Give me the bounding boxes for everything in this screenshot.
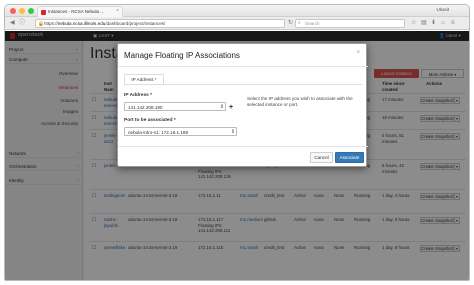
reading-list-icon[interactable]: ▤ xyxy=(421,20,427,27)
minimize-window-button[interactable] xyxy=(19,8,25,14)
title-bar: Instances - NCSA Nebula ... × Ukasit xyxy=(5,5,469,17)
port-select[interactable]: nebula-intro-s1: 172.16.1.188 ⇕ xyxy=(124,127,237,136)
download-icon[interactable]: ⬇ xyxy=(431,20,436,27)
close-window-button[interactable] xyxy=(10,8,16,14)
chevron-down-icon: ⇕ xyxy=(219,104,224,110)
ip-address-select[interactable]: 141.142.208.190 ⇕ xyxy=(124,102,226,111)
star-icon[interactable]: ☆ xyxy=(411,20,416,27)
menu-icon[interactable]: ≡ xyxy=(451,20,455,27)
header-divider xyxy=(118,66,368,67)
openstack-favicon-icon xyxy=(41,10,46,15)
associate-button[interactable]: Associate xyxy=(335,152,364,163)
tab-divider xyxy=(124,84,362,85)
search-input[interactable]: ⌕ Search xyxy=(295,19,405,28)
search-placeholder: Search xyxy=(305,21,320,26)
search-icon: ⌕ xyxy=(298,20,301,26)
port-label: Port to be associated * xyxy=(124,118,176,123)
url-path: /dashboard/project/instances/ xyxy=(105,21,166,26)
floating-ip-dialog: Manage Floating IP Associations × IP Add… xyxy=(117,43,368,167)
ip-address-label: IP Address * xyxy=(124,93,152,98)
lock-icon: 🔒 xyxy=(38,21,44,26)
zoom-window-button[interactable] xyxy=(28,8,34,14)
home-icon[interactable]: ⌂ xyxy=(441,20,445,27)
browser-window: Instances - NCSA Nebula ... × Ukasit ◀ ⓘ… xyxy=(4,4,470,281)
back-icon[interactable]: ◀ xyxy=(10,20,15,27)
cancel-button[interactable]: Cancel xyxy=(310,152,333,163)
tab-title: Instances - NCSA Nebula ... xyxy=(48,9,105,14)
port-value: nebula-intro-s1: 172.16.1.188 xyxy=(128,129,189,135)
ip-address-value: 141.142.208.190 xyxy=(128,104,163,110)
url-host: nebula.ncsa.illinois.edu xyxy=(57,21,106,26)
tab-close-icon[interactable]: × xyxy=(116,8,119,14)
help-text: Select the IP address you wish to associ… xyxy=(247,96,353,107)
browser-profile[interactable]: Ukasit xyxy=(436,7,449,12)
dialog-title: Manage Floating IP Associations xyxy=(124,51,240,60)
info-icon[interactable]: ⓘ xyxy=(19,20,25,27)
footer-divider xyxy=(118,146,368,147)
url-prefix: https:// xyxy=(44,21,58,26)
browser-tab[interactable]: Instances - NCSA Nebula ... × xyxy=(37,6,123,17)
allocate-ip-button[interactable]: + xyxy=(227,103,235,112)
browser-toolbar: ◀ ⓘ 🔒 https://nebula.ncsa.illinois.edu/d… xyxy=(5,17,469,30)
reload-icon[interactable]: ↻ xyxy=(288,20,293,27)
close-icon[interactable]: × xyxy=(356,50,360,56)
address-bar[interactable]: 🔒 https://nebula.ncsa.illinois.edu/dashb… xyxy=(35,19,285,28)
chevron-down-icon: ⇕ xyxy=(230,129,235,135)
